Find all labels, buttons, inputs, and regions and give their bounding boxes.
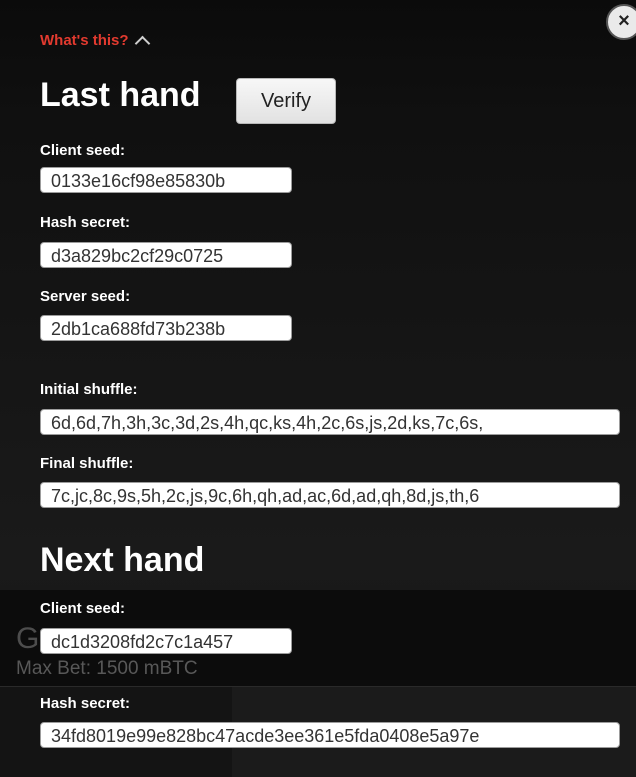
next-hash-secret-label: Hash secret: — [40, 695, 131, 712]
server-seed-label: Server seed: — [40, 288, 131, 305]
last-client-seed-label: Client seed: — [40, 142, 126, 159]
next-hash-secret-field[interactable]: 34fd8019e99e828bc47acde3ee361e5fda0408e5… — [40, 722, 620, 748]
background-game-area: G Max Bet: 1500 mBTC 6 — [0, 590, 636, 777]
last-hash-secret-field[interactable]: d3a829bc2cf29c0725 — [40, 242, 292, 268]
next-hand-title: Next hand — [40, 541, 205, 579]
final-shuffle-label: Final shuffle: — [40, 455, 134, 472]
close-button[interactable]: × — [606, 4, 636, 40]
chevron-up-icon — [134, 35, 150, 52]
final-shuffle-field[interactable]: 7c,jc,8c,9s,5h,2c,js,9c,6h,qh,ad,ac,6d,a… — [40, 482, 620, 508]
close-icon: × — [618, 10, 630, 32]
verify-button[interactable]: Verify — [236, 78, 336, 124]
last-hash-secret-label: Hash secret: — [40, 214, 131, 231]
next-client-seed-label: Client seed: — [40, 600, 126, 617]
background-title: G — [16, 622, 40, 655]
last-client-seed-field[interactable]: 0133e16cf98e85830b — [40, 167, 292, 193]
background-max-bet: Max Bet: 1500 mBTC — [16, 658, 198, 679]
whats-this-label: What's this? — [40, 32, 129, 49]
initial-shuffle-label: Initial shuffle: — [40, 381, 138, 398]
last-hand-title: Last hand — [40, 76, 201, 114]
server-seed-field[interactable]: 2db1ca688fd73b238b — [40, 315, 292, 341]
initial-shuffle-field[interactable]: 6d,6d,7h,3h,3c,3d,2s,4h,qc,ks,4h,2c,6s,j… — [40, 409, 620, 435]
whats-this-link[interactable]: What's this? — [40, 32, 150, 52]
provably-fair-panel: G Max Bet: 1500 mBTC 6 × What's this? La… — [0, 0, 636, 777]
next-client-seed-field[interactable]: dc1d3208fd2c7c1a457 — [40, 628, 292, 654]
